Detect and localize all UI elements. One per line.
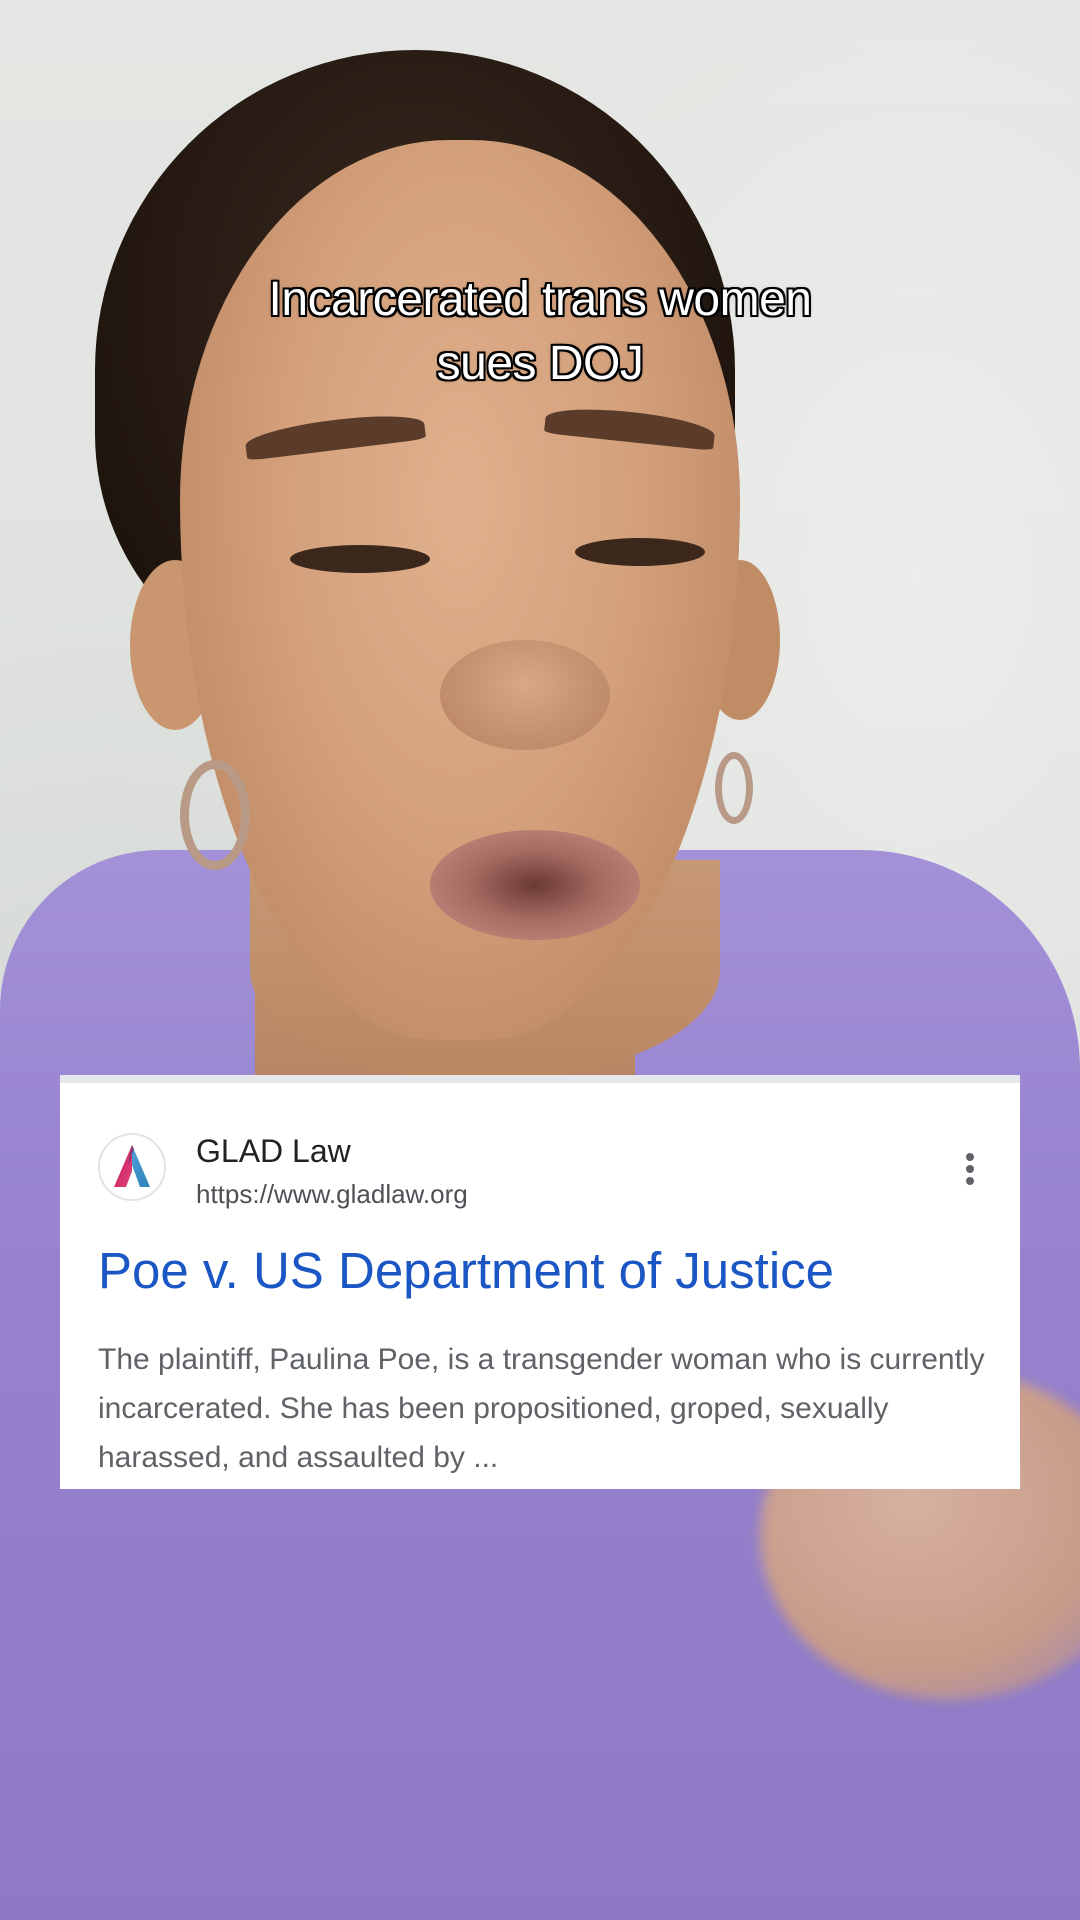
speaker-mouth	[430, 830, 640, 940]
video-frame: Incarcerated trans women sues DOJ GLAD L…	[0, 0, 1080, 1920]
video-caption: Incarcerated trans women sues DOJ	[0, 268, 1080, 396]
glad-law-logo-icon	[98, 1133, 166, 1201]
site-url[interactable]: https://www.gladlaw.org	[196, 1179, 468, 1210]
site-name[interactable]: GLAD Law	[196, 1133, 351, 1170]
caption-line-1: Incarcerated trans women	[268, 273, 812, 326]
result-title-link[interactable]: Poe v. US Department of Justice	[98, 1241, 834, 1300]
more-vert-icon[interactable]	[958, 1153, 982, 1193]
speaker-eye-left	[290, 545, 430, 573]
speaker-nose	[440, 640, 610, 750]
hoop-earring-left	[180, 760, 250, 870]
search-result-card[interactable]: GLAD Law https://www.gladlaw.org Poe v. …	[60, 1075, 1020, 1489]
result-snippet: The plaintiff, Paulina Poe, is a transge…	[98, 1343, 985, 1474]
hoop-earring-right	[715, 752, 753, 824]
caption-line-2: sues DOJ	[436, 337, 644, 390]
speaker-eye-right	[575, 538, 705, 566]
